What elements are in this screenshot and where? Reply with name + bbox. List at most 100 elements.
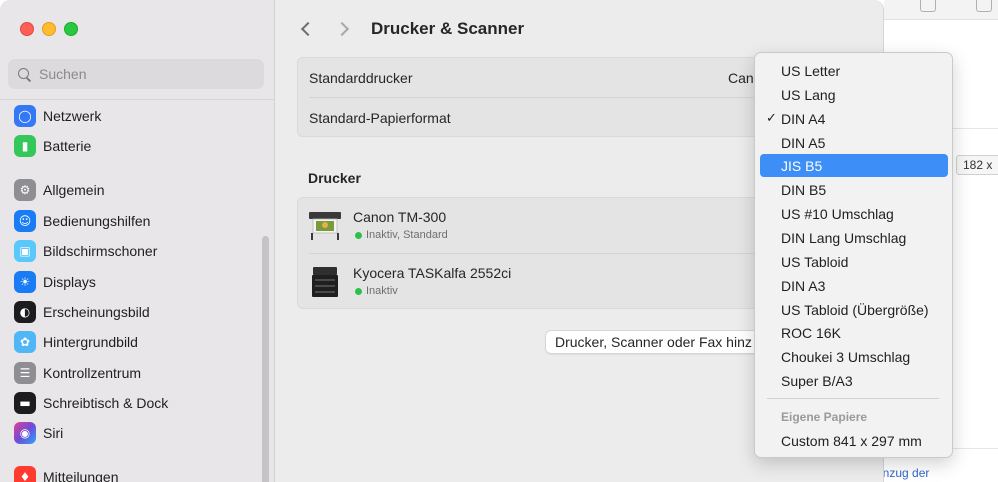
minimize-window-button[interactable] — [42, 22, 56, 36]
office-printer-icon — [312, 267, 338, 297]
printer-name: Canon TM-300 — [353, 209, 447, 225]
menu-item-din-a4[interactable]: ✓ DIN A4 — [760, 107, 948, 130]
printer-icon — [976, 0, 992, 12]
menu-item-label: US Letter — [781, 62, 841, 79]
menu-item-din-lang-umschlag[interactable]: DIN Lang Umschlag — [760, 226, 948, 249]
screensaver-icon: ▣ — [14, 240, 36, 262]
accessibility-icon: ☺ — [14, 210, 36, 232]
printer-status: Inaktiv — [355, 285, 398, 297]
status-dot-icon — [355, 287, 362, 295]
menu-item-roc-16k[interactable]: ROC 16K — [760, 321, 948, 344]
menu-item-label: DIN A3 — [781, 277, 826, 294]
sidebar-item-schreibtisch-dock[interactable]: ▬ Schreibtisch & Dock — [14, 391, 168, 415]
sidebar-item-label: Mitteilungen — [43, 469, 119, 482]
battery-icon: ▮ — [14, 135, 36, 157]
menu-item-label: Choukei 3 Umschlag — [781, 348, 911, 365]
appearance-icon: ◐ — [14, 301, 36, 323]
forward-button[interactable] — [334, 18, 354, 40]
sidebar-item-label: Netzwerk — [43, 108, 102, 124]
sidebar-item-label: Hintergrundbild — [43, 334, 138, 350]
menu-item-label: Super B/A3 — [781, 372, 853, 389]
dock-icon: ▬ — [14, 392, 36, 414]
sidebar-item-bildschirmschoner[interactable]: ▣ Bildschirmschoner — [14, 239, 157, 263]
gear-icon: ⚙ — [14, 179, 36, 201]
printer-status-text: Inaktiv — [366, 285, 398, 297]
menu-item-us-letter[interactable]: US Letter — [760, 59, 948, 82]
flower-icon: ✿ — [14, 331, 36, 353]
sidebar-item-label: Batterie — [43, 138, 92, 154]
menu-item-din-a3[interactable]: DIN A3 — [760, 274, 948, 297]
sidebar-divider — [0, 99, 275, 100]
menu-item-din-a5[interactable]: DIN A5 — [760, 131, 948, 154]
sidebar-item-displays[interactable]: ☀ Displays — [14, 270, 96, 294]
bell-icon: ♦ — [14, 466, 36, 482]
sidebar-item-batterie[interactable]: ▮ Batterie — [14, 134, 91, 158]
chevron-right-icon — [334, 21, 350, 37]
siri-icon: ◉ — [14, 422, 36, 444]
default-paper-label: Standard-Papierformat — [309, 110, 451, 126]
default-printer-label: Standarddrucker — [309, 70, 413, 86]
chevron-left-icon — [300, 21, 316, 37]
menu-item-jis-b5[interactable]: JIS B5 — [760, 154, 948, 177]
sidebar-item-hintergrundbild[interactable]: ✿ Hintergrundbild — [14, 330, 138, 354]
sidebar-item-label: Allgemein — [43, 182, 105, 198]
menu-item-us-tabloid[interactable]: US Tabloid — [760, 250, 948, 273]
sidebar-item-label: Kontrollzentrum — [43, 365, 142, 381]
toggles-icon: ☰ — [14, 362, 36, 384]
printer-status: Inaktiv, Standard — [355, 229, 448, 241]
sidebar-item-allgemein[interactable]: ⚙ Allgemein — [14, 178, 104, 202]
settings-window: ◯ Netzwerk ▮ Batterie ⚙ Allgemein ☺ Bedi… — [0, 0, 884, 482]
zoom-window-button[interactable] — [64, 22, 78, 36]
menu-divider — [767, 398, 939, 399]
size-badge: 182 x — [956, 155, 998, 175]
sidebar-item-label: Siri — [43, 425, 64, 441]
menu-item-label: Custom 841 x 297 mm — [781, 432, 922, 449]
background-link[interactable]: anzug der — [876, 466, 929, 480]
large-format-printer-icon — [309, 212, 341, 240]
close-window-button[interactable] — [20, 22, 34, 36]
search-input[interactable] — [39, 66, 239, 82]
sidebar-item-label: Bedienungshilfen — [43, 213, 151, 229]
printer-status-text: Inaktiv, Standard — [366, 229, 448, 241]
menu-item-label: JIS B5 — [781, 157, 823, 174]
status-dot-icon — [355, 231, 362, 239]
sidebar-item-label: Schreibtisch & Dock — [43, 395, 169, 411]
sidebar: ◯ Netzwerk ▮ Batterie ⚙ Allgemein ☺ Bedi… — [0, 0, 275, 482]
menu-item-din-b5[interactable]: DIN B5 — [760, 178, 948, 201]
default-printer-value[interactable]: Can — [728, 70, 754, 86]
sidebar-item-netzwerk[interactable]: ◯ Netzwerk — [14, 104, 101, 128]
paper-format-menu: US Letter US Lang ✓ DIN A4 DIN A5 JIS B5… — [754, 52, 953, 458]
page-title: Drucker & Scanner — [371, 19, 525, 38]
sidebar-item-label: Displays — [43, 274, 96, 290]
sun-icon: ☀ — [14, 271, 36, 293]
menu-item-us-10-umschlag[interactable]: US #10 Umschlag — [760, 202, 948, 225]
menu-item-us-tabloid-uebergroesse[interactable]: US Tabloid (Übergröße) — [760, 298, 948, 321]
menu-item-label: ROC 16K — [781, 324, 841, 341]
sidebar-item-erscheinungsbild[interactable]: ◐ Erscheinungsbild — [14, 300, 150, 324]
search-field[interactable] — [8, 59, 264, 89]
sidebar-item-label: Bildschirmschoner — [43, 243, 158, 259]
sidebar-item-siri[interactable]: ◉ Siri — [14, 421, 63, 445]
checkmark-icon: ✓ — [766, 111, 777, 126]
menu-item-label: DIN B5 — [781, 181, 827, 198]
menu-item-label: DIN A5 — [781, 134, 826, 151]
menu-item-label: US Tabloid — [781, 253, 849, 270]
printer-name: Kyocera TASKalfa 2552ci — [353, 265, 512, 281]
sidebar-scrollbar[interactable] — [262, 236, 269, 482]
menu-item-label: US #10 Umschlag — [781, 205, 894, 222]
background-toolbar — [884, 0, 998, 20]
custom-papers-header: Eigene Papiere — [781, 410, 868, 424]
sidebar-item-kontrollzentrum[interactable]: ☰ Kontrollzentrum — [14, 361, 141, 385]
sidebar-item-bedienungshilfen[interactable]: ☺ Bedienungshilfen — [14, 209, 150, 233]
menu-item-label: DIN Lang Umschlag — [781, 229, 907, 246]
back-button[interactable] — [296, 18, 316, 40]
sidebar-item-label: Erscheinungsbild — [43, 304, 150, 320]
search-icon — [18, 67, 31, 81]
menu-item-custom-paper[interactable]: Custom 841 x 297 mm — [760, 429, 948, 452]
sidebar-item-mitteilungen[interactable]: ♦ Mitteilungen — [14, 465, 119, 482]
menu-item-choukei-3-umschlag[interactable]: Choukei 3 Umschlag — [760, 345, 948, 368]
delete-icon — [920, 0, 936, 12]
menu-item-us-lang[interactable]: US Lang — [760, 83, 948, 106]
printers-heading: Drucker — [308, 170, 361, 186]
menu-item-super-b-a3[interactable]: Super B/A3 — [760, 369, 948, 392]
